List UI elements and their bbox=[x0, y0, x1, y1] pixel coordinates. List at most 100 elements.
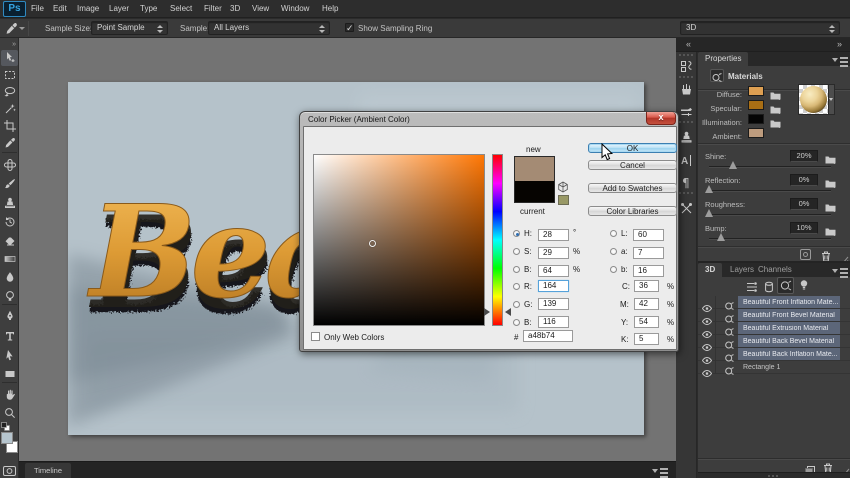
menu-edit[interactable]: Edit bbox=[53, 0, 67, 18]
menu-file[interactable]: File bbox=[31, 0, 44, 18]
character-panel-icon[interactable]: A bbox=[678, 152, 695, 168]
menu-3d[interactable]: 3D bbox=[230, 0, 240, 18]
a-field[interactable]: 7 bbox=[633, 247, 664, 259]
bb-field[interactable]: 16 bbox=[633, 265, 664, 277]
toolbar-expand-icon[interactable]: » bbox=[12, 41, 16, 48]
layer-row[interactable]: Beautiful Back Bevel Material bbox=[698, 335, 850, 348]
menu-help[interactable]: Help bbox=[322, 0, 338, 18]
light-filter-icon[interactable] bbox=[798, 279, 810, 297]
bump-value[interactable]: 10% bbox=[790, 222, 818, 234]
shine-slider[interactable] bbox=[709, 166, 831, 168]
roughness-value[interactable]: 0% bbox=[790, 198, 818, 210]
blur-tool[interactable] bbox=[1, 269, 18, 285]
bump-slider[interactable] bbox=[709, 238, 831, 240]
l-field[interactable]: 60 bbox=[633, 229, 664, 241]
collapse-dock-icon[interactable]: « bbox=[686, 39, 690, 49]
bump-folder-icon[interactable] bbox=[825, 223, 836, 232]
measurement-panel-icon[interactable] bbox=[678, 200, 695, 216]
y-field[interactable]: 54 bbox=[634, 316, 659, 328]
menu-image[interactable]: Image bbox=[77, 0, 99, 18]
material-picker-arrow[interactable] bbox=[829, 84, 835, 115]
l-radio[interactable] bbox=[610, 230, 617, 237]
only-web-colors-checkbox[interactable] bbox=[311, 332, 320, 341]
menu-layer[interactable]: Layer bbox=[109, 0, 129, 18]
color-field-marker[interactable] bbox=[369, 240, 376, 247]
healing-brush-tool[interactable] bbox=[1, 157, 18, 173]
dodge-tool[interactable] bbox=[1, 288, 18, 304]
reflection-value[interactable]: 0% bbox=[790, 174, 818, 186]
g-field[interactable]: 139 bbox=[538, 298, 569, 310]
b2-radio[interactable] bbox=[513, 319, 520, 326]
reflection-slider[interactable] bbox=[709, 190, 831, 192]
hex-field[interactable]: a48b74 bbox=[523, 330, 573, 342]
specular-swatch[interactable] bbox=[748, 100, 764, 110]
tab-3d[interactable]: 3D bbox=[698, 263, 722, 277]
menu-type[interactable]: Type bbox=[140, 0, 157, 18]
reflection-folder-icon[interactable] bbox=[825, 175, 836, 184]
timeline-menu-icon[interactable] bbox=[652, 467, 668, 475]
s-radio[interactable] bbox=[513, 248, 520, 255]
history-brush-tool[interactable] bbox=[1, 214, 18, 230]
foreground-color-swatch[interactable] bbox=[1, 432, 13, 444]
hue-slider[interactable] bbox=[492, 154, 503, 326]
bb-radio[interactable] bbox=[610, 266, 617, 273]
layer-row[interactable]: Rectangle 1 bbox=[698, 361, 850, 374]
roughness-folder-icon[interactable] bbox=[825, 199, 836, 208]
h-field[interactable]: 28 bbox=[538, 229, 569, 241]
layer-label[interactable]: Rectangle 1 bbox=[743, 364, 780, 371]
lasso-tool[interactable] bbox=[1, 84, 18, 100]
visibility-eye-icon[interactable] bbox=[702, 364, 712, 382]
menu-window[interactable]: Window bbox=[281, 0, 309, 18]
layer-row[interactable]: Beautiful Back Inflation Mate... bbox=[698, 348, 850, 361]
ambient-swatch[interactable] bbox=[748, 128, 764, 138]
color-libraries-button[interactable]: Color Libraries bbox=[588, 206, 677, 216]
diffuse-swatch[interactable] bbox=[748, 86, 764, 96]
marquee-tool[interactable] bbox=[1, 67, 18, 83]
menu-filter[interactable]: Filter bbox=[204, 0, 222, 18]
move-tool[interactable] bbox=[1, 50, 18, 66]
add-to-swatches-button[interactable]: Add to Swatches bbox=[588, 183, 677, 193]
eraser-tool[interactable] bbox=[1, 233, 18, 249]
shine-slider-thumb[interactable] bbox=[729, 161, 738, 169]
menu-select[interactable]: Select bbox=[170, 0, 192, 18]
material-filter-icon[interactable] bbox=[777, 277, 794, 294]
b-radio[interactable] bbox=[513, 266, 520, 273]
illumination-swatch[interactable] bbox=[748, 114, 764, 124]
layer-label[interactable]: Beautiful Extrusion Material bbox=[743, 325, 828, 332]
brush-presets-panel-icon[interactable] bbox=[678, 81, 695, 97]
reflection-slider-thumb[interactable] bbox=[705, 185, 714, 193]
diffuse-folder-icon[interactable] bbox=[770, 87, 781, 96]
tool-preset-arrow-icon[interactable] bbox=[19, 27, 25, 30]
eyedropper-tool[interactable] bbox=[1, 135, 18, 151]
gradient-tool[interactable] bbox=[1, 251, 18, 267]
r-radio[interactable] bbox=[513, 283, 520, 290]
k-field[interactable]: 5 bbox=[634, 333, 659, 345]
layer-row[interactable]: Beautiful Front Bevel Material bbox=[698, 309, 850, 322]
roughness-slider[interactable] bbox=[709, 214, 831, 216]
sample-size-select[interactable]: Point Sample bbox=[91, 21, 168, 35]
m-field[interactable]: 42 bbox=[634, 298, 659, 310]
layer-label[interactable]: Beautiful Front Bevel Material bbox=[743, 312, 835, 319]
g-radio[interactable] bbox=[513, 301, 520, 308]
a-radio[interactable] bbox=[610, 248, 617, 255]
screen-mode-icon[interactable] bbox=[3, 474, 16, 478]
sample-select[interactable]: All Layers bbox=[208, 21, 330, 35]
s-field[interactable]: 29 bbox=[538, 247, 569, 259]
shine-value[interactable]: 20% bbox=[790, 150, 818, 162]
show-sampling-ring-checkbox[interactable]: ✓ bbox=[345, 23, 354, 32]
b-field[interactable]: 64 bbox=[538, 265, 569, 277]
type-tool[interactable] bbox=[1, 328, 18, 344]
r-field[interactable]: 164 bbox=[538, 280, 569, 292]
illumination-folder-icon[interactable] bbox=[770, 115, 781, 124]
shape-tool[interactable] bbox=[1, 366, 18, 382]
tab-channels[interactable]: Channels bbox=[751, 263, 799, 277]
threed-menu-icon[interactable] bbox=[832, 267, 848, 275]
toggle-misc-icon[interactable] bbox=[800, 249, 811, 260]
tab-properties[interactable]: Properties bbox=[698, 52, 748, 66]
path-selection-tool[interactable] bbox=[1, 347, 18, 363]
quick-selection-tool[interactable] bbox=[1, 101, 18, 117]
dialog-close-button[interactable]: x bbox=[646, 112, 676, 125]
dock-grip[interactable] bbox=[768, 475, 780, 477]
hue-slider-arrow-left[interactable] bbox=[484, 308, 490, 316]
paragraph-panel-icon[interactable]: ¶ bbox=[678, 174, 695, 190]
